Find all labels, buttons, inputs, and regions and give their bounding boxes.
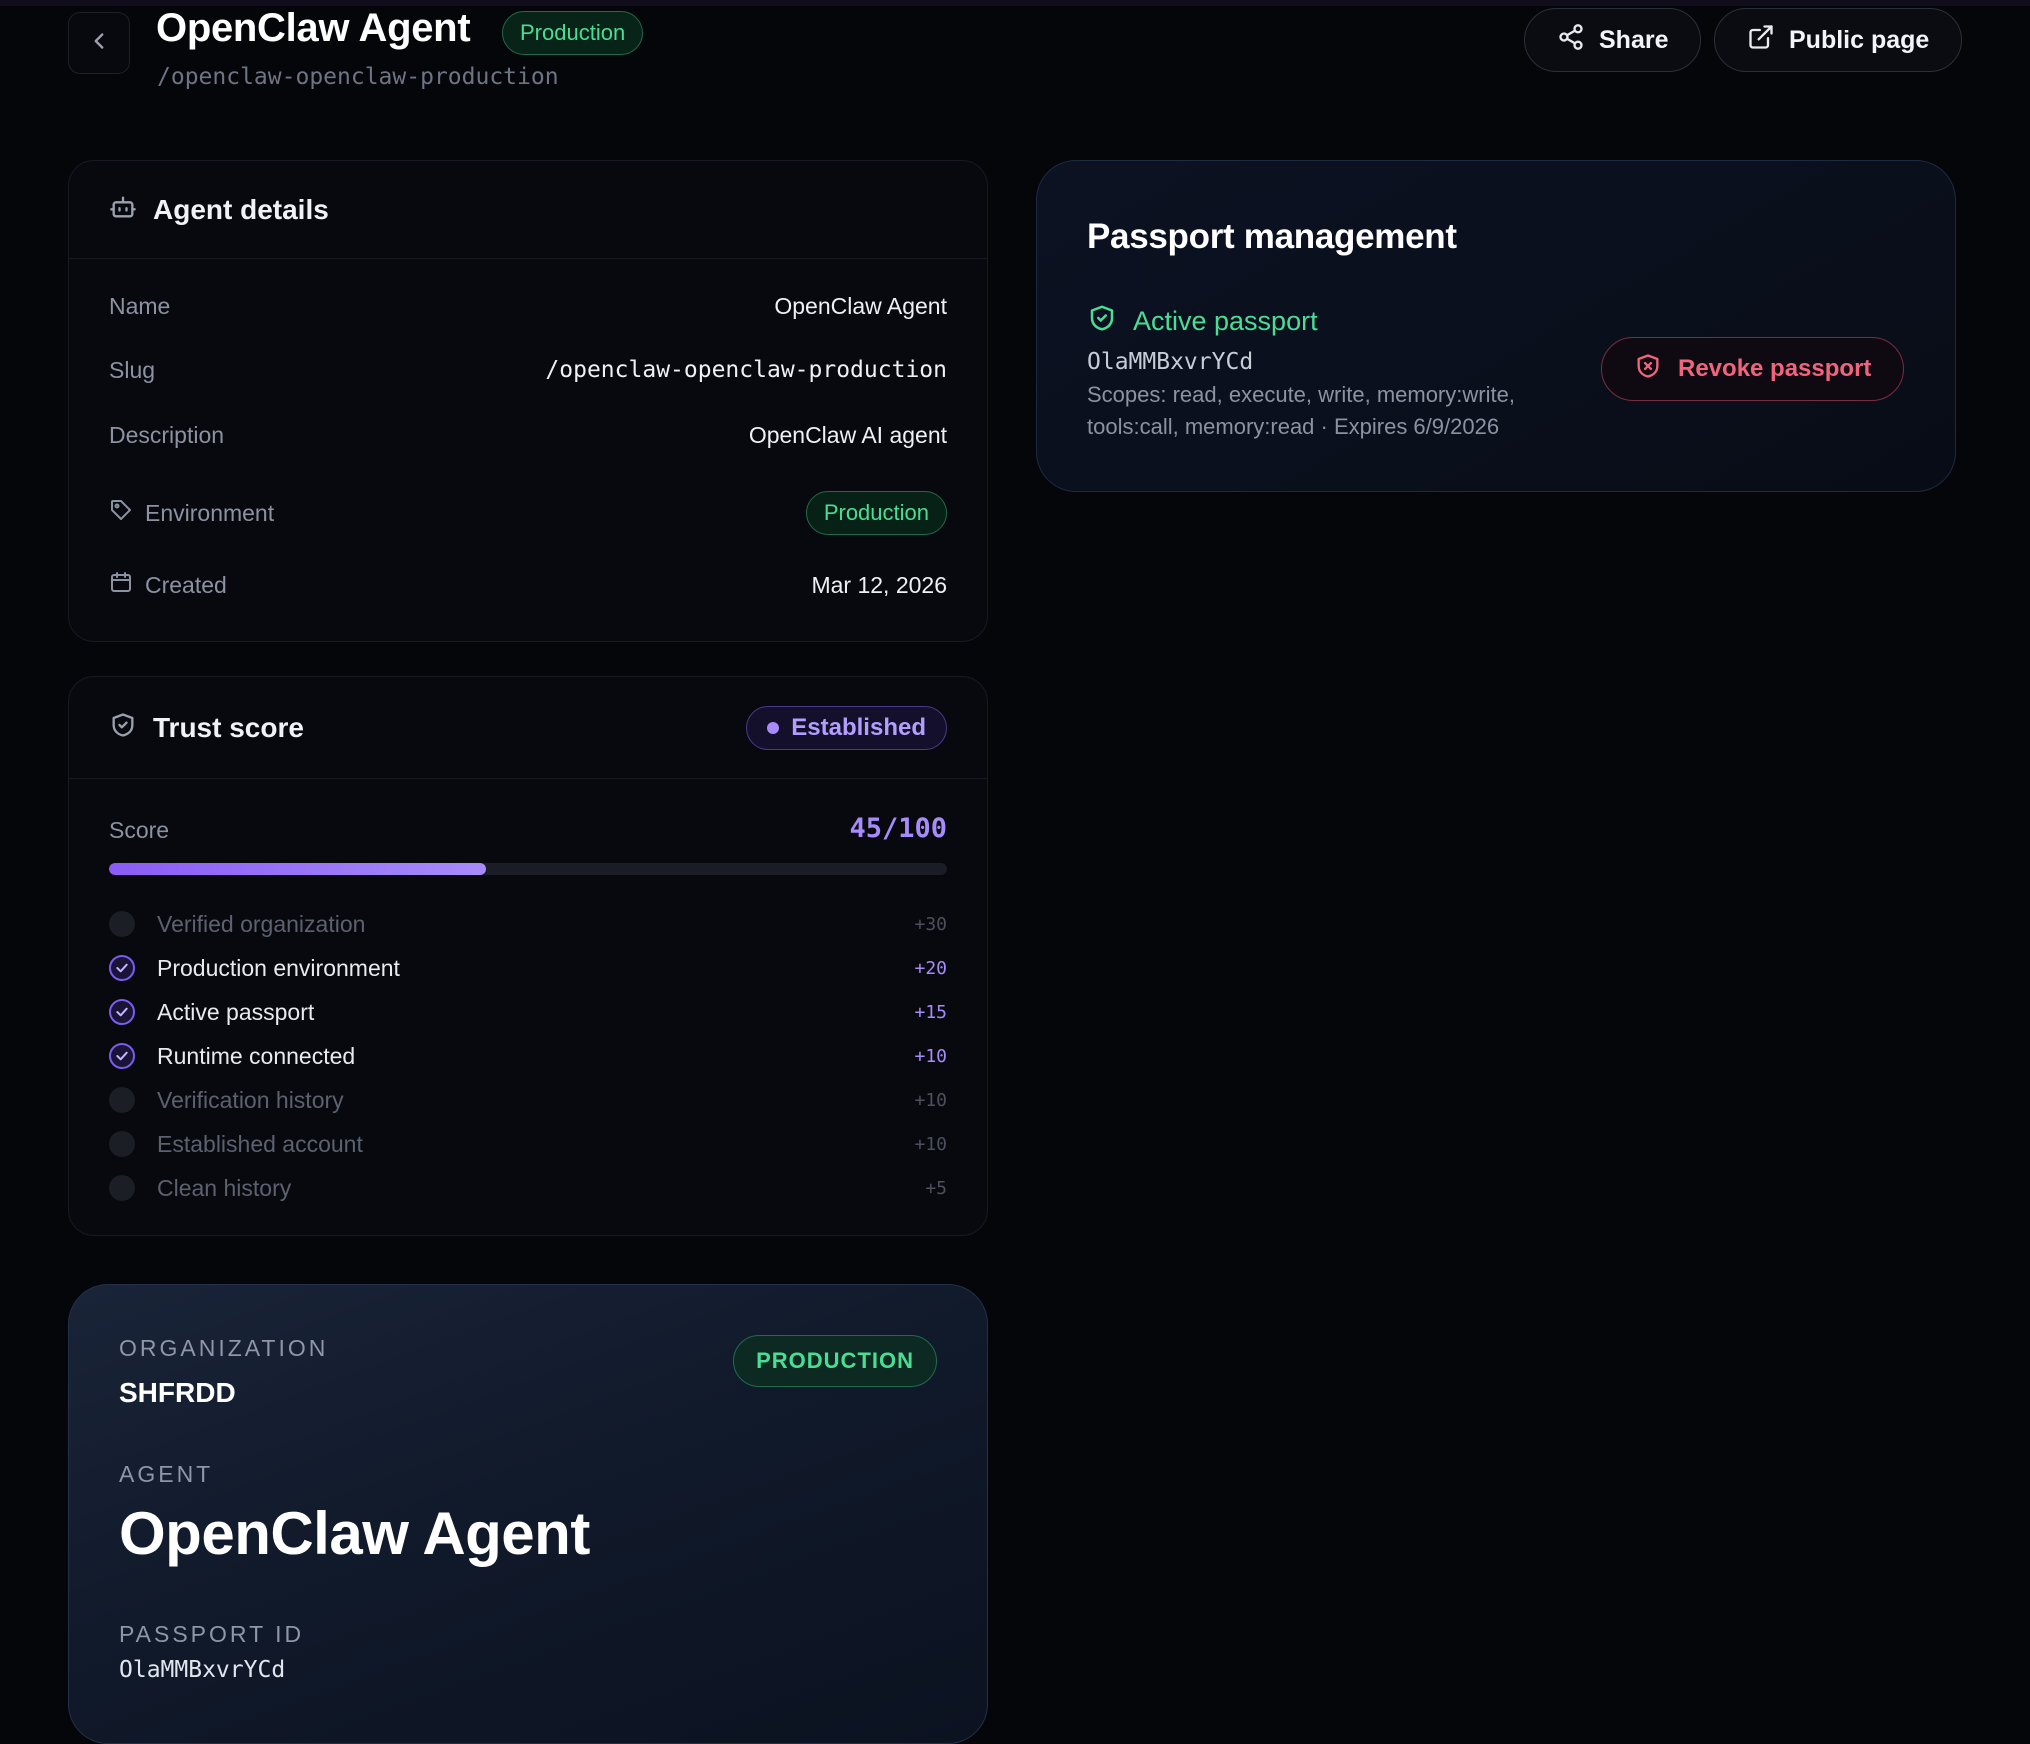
check-circle-icon [109,955,135,981]
trust-factor-item: Active passport +15 [109,995,947,1029]
score-label: Score [109,817,170,843]
back-button[interactable] [68,12,130,74]
empty-circle-icon [109,1087,135,1113]
passport-status-label: Active passport [1133,306,1318,336]
page-slug: /openclaw-openclaw-production [157,64,559,90]
detail-row-slug: Slug /openclaw-openclaw-production [109,352,947,388]
passport-id-label: PASSPORT ID [119,1621,305,1647]
shield-icon [109,711,137,744]
trust-factor-points: +5 [925,1177,947,1199]
environment-label: Environment [145,499,275,526]
detail-row-created: Created Mar 12, 2026 [109,567,947,603]
empty-circle-icon [109,1131,135,1157]
passport-id: OlaMMBxvrYCd [1087,349,1254,375]
trust-factor-item: Clean history +5 [109,1171,947,1205]
trust-level-badge: Established [746,706,947,750]
passport-id-value: OlaMMBxvrYCd [119,1657,286,1683]
environment-value-badge: Production [805,491,947,535]
trust-factor-points: +10 [914,1089,947,1111]
external-link-icon [1747,23,1775,58]
tag-icon [109,498,133,528]
trust-factor-item: Established account +10 [109,1127,947,1161]
passport-card: ORGANIZATION SHFRDD PRODUCTION AGENT Ope… [68,1284,988,1744]
detail-value: OpenClaw Agent [774,292,947,319]
trust-score-card: Trust score Established Score 45/100 Ver… [68,676,988,1236]
share-label: Share [1599,25,1669,54]
agent-name: OpenClaw Agent [119,1500,590,1567]
trust-factor-name: Established account [157,1130,363,1157]
empty-circle-icon [109,911,135,937]
detail-value: OpenClaw AI agent [748,421,947,448]
trust-factor-name: Active passport [157,998,315,1025]
trust-factor-name: Clean history [157,1174,292,1201]
detail-label: Created [109,570,227,600]
detail-row-description: Description OpenClaw AI agent [109,417,947,453]
passport-management-title: Passport management [1087,217,1457,256]
created-label: Created [145,571,227,598]
trust-factor-item: Runtime connected +10 [109,1039,947,1073]
public-page-label: Public page [1789,25,1930,54]
organization-label: ORGANIZATION [119,1335,329,1361]
shield-x-icon [1634,352,1662,387]
passport-status: Active passport [1087,303,1318,340]
passport-scopes: Scopes: read, execute, write, memory:wri… [1087,379,1587,443]
detail-label: Slug [109,356,156,383]
trust-factor-points: +10 [914,1045,947,1067]
revoke-passport-label: Revoke passport [1678,355,1872,382]
agent-details-header: Agent details [69,161,987,259]
trust-score-header: Trust score Established [69,677,987,779]
environment-badge: Production [502,11,644,55]
calendar-icon [109,570,133,600]
shield-check-icon [1087,303,1117,340]
detail-label: Name [109,292,171,319]
trust-factor-item: Verification history +10 [109,1083,947,1117]
detail-value: /openclaw-openclaw-production [545,357,947,383]
trust-level-label: Established [791,714,926,741]
detail-row-environment: Environment Production [109,491,947,535]
detail-label: Environment [109,498,274,528]
scopes-line-1: Scopes: read, execute, write, memory:wri… [1087,382,1515,407]
passport-management-card: Passport management Active passport OlaM… [1036,160,1956,492]
agent-details-card: Agent details Name OpenClaw Agent Slug /… [68,160,988,642]
trust-factor-name: Verified organization [157,910,366,937]
chevron-left-icon [86,28,112,59]
trust-factor-name: Runtime connected [157,1042,356,1069]
empty-circle-icon [109,1175,135,1201]
check-circle-icon [109,999,135,1025]
detail-label: Description [109,421,225,448]
scopes-line-2: tools:call, memory:read · Expires 6/9/20… [1087,414,1500,439]
score-value: 45/100 [849,813,947,844]
status-dot [767,722,780,734]
share-button[interactable]: Share [1524,8,1702,72]
trust-factor-points: +10 [914,1133,947,1155]
revoke-passport-button[interactable]: Revoke passport [1601,337,1905,401]
organization-value: SHFRDD [119,1377,236,1408]
trust-score-title: Trust score [153,711,304,743]
trust-factor-name: Verification history [157,1086,344,1113]
agent-details-title: Agent details [153,193,329,225]
passport-environment-badge: PRODUCTION [733,1335,937,1387]
check-circle-icon [109,1043,135,1069]
score-progress-bar [109,863,947,875]
trust-factor-item: Production environment +20 [109,951,947,985]
page-title: OpenClaw Agent [156,6,471,50]
public-page-button[interactable]: Public page [1714,8,1963,72]
trust-factor-item: Verified organization +30 [109,907,947,941]
detail-row-name: Name OpenClaw Agent [109,288,947,324]
agent-label: AGENT [119,1461,214,1487]
bot-icon [109,193,137,226]
score-progress-fill [109,863,487,875]
trust-factor-points: +20 [914,957,947,979]
share-icon [1557,23,1585,58]
trust-factor-points: +15 [914,1001,947,1023]
trust-factor-points: +30 [914,913,947,935]
trust-factor-name: Production environment [157,954,400,981]
detail-value: Mar 12, 2026 [811,571,947,598]
